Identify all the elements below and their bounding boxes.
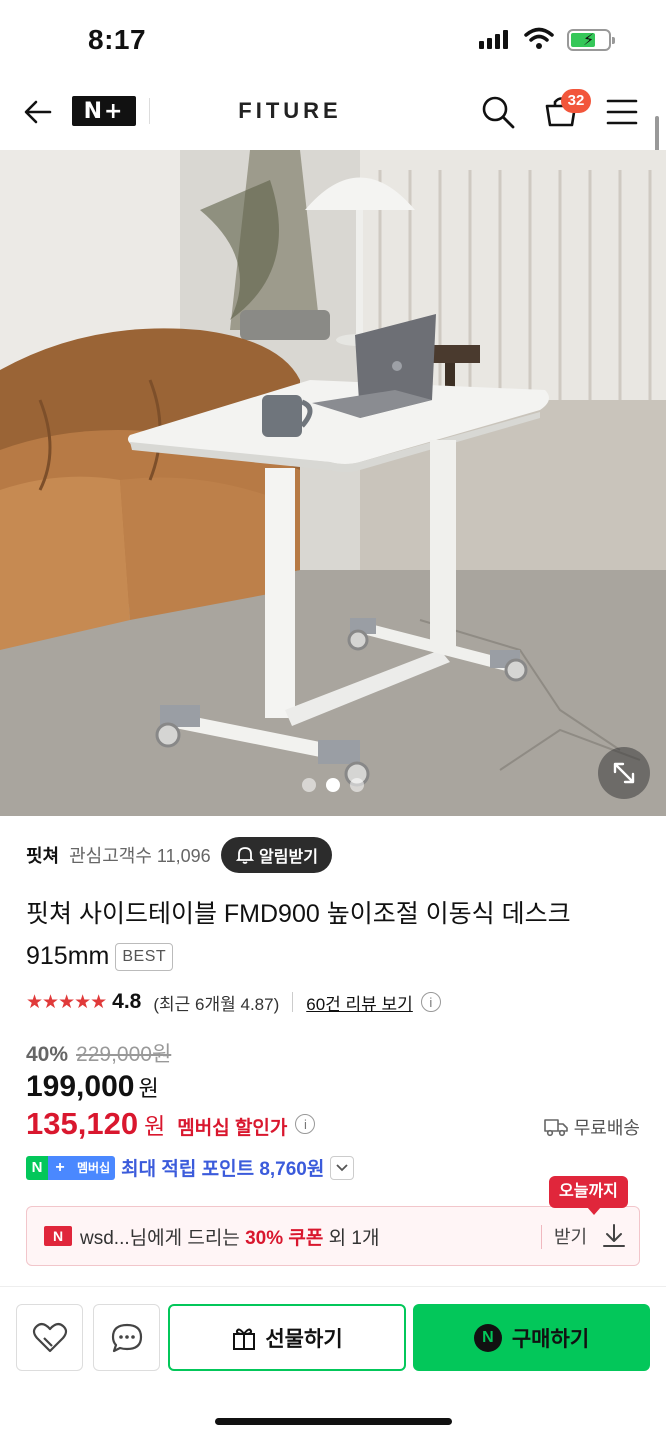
alarm-subscribe-button[interactable]: 알림받기: [221, 837, 332, 873]
naver-coupon-icon: N: [44, 1226, 72, 1246]
member-price: 135,120: [26, 1106, 139, 1141]
truck-icon: [543, 1119, 568, 1137]
naver-plus-membership-badge: N + 멤버십: [26, 1155, 116, 1180]
bottom-action-bar: 선물하기 N 구매하기: [0, 1286, 666, 1440]
sale-price-row: 199,000 원: [26, 1070, 159, 1104]
chat-bubble-icon: [111, 1323, 142, 1352]
wishlist-button[interactable]: [16, 1304, 83, 1371]
info-icon[interactable]: i: [420, 992, 441, 1012]
download-icon[interactable]: [601, 1222, 627, 1250]
chevron-down-icon[interactable]: [330, 1155, 355, 1180]
shipping-info: 무료배송: [543, 1114, 640, 1140]
info-icon[interactable]: i: [295, 1114, 316, 1134]
coupon-text: wsd...님에게 드리는 30% 쿠폰 외 1개: [80, 1223, 379, 1250]
coupon-banner[interactable]: N wsd...님에게 드리는 30% 쿠폰 외 1개 받기: [26, 1206, 640, 1266]
shipping-label: 무료배송: [573, 1118, 640, 1138]
points-row[interactable]: N + 멤버십 최대 적립 포인트 8,760원: [26, 1154, 355, 1181]
badge-n: N: [26, 1155, 48, 1180]
rating-score: 4.8: [112, 990, 142, 1013]
sale-price-currency: 원: [138, 1076, 159, 1101]
product-title-text: 핏쳐 사이드테이블 FMD900 높이조절 이동식 데스크 915mm: [26, 900, 571, 970]
naver-plus-logo[interactable]: N+: [72, 96, 136, 126]
reviews-link[interactable]: 60건 리뷰 보기: [306, 990, 413, 1015]
discount-rate: 40%: [26, 1043, 69, 1066]
badge-membership: 멤버십: [72, 1155, 116, 1180]
talk-inquiry-button[interactable]: [93, 1304, 160, 1371]
member-price-row: 135,120 원 멤버십 할인가 i 무료배송: [26, 1106, 640, 1142]
seller-fan-count: 관심고객수 11,096: [69, 846, 211, 866]
status-time: 8:17: [88, 24, 147, 55]
original-price: 229,000원: [76, 1043, 172, 1066]
coupon-divider: [541, 1225, 542, 1249]
discount-row: 40% 229,000원: [26, 1038, 171, 1068]
status-bar: 8:17 ⚡: [0, 0, 666, 78]
coupon-text-prefix: wsd...님에게 드리는: [80, 1227, 246, 1249]
pagination-dot[interactable]: [326, 778, 340, 792]
expand-icon: [613, 762, 635, 784]
rating-divider: [292, 992, 294, 1012]
nav-divider: [149, 98, 150, 124]
max-points-text: 최대 적립 포인트 8,760원: [121, 1159, 325, 1180]
product-title: 핏쳐 사이드테이블 FMD900 높이조절 이동식 데스크 915mm BEST: [26, 893, 636, 977]
heart-icon: [32, 1322, 67, 1352]
cellular-signal-icon: [479, 30, 508, 49]
alarm-subscribe-label: 알림받기: [259, 849, 318, 866]
gift-button[interactable]: 선물하기: [168, 1304, 406, 1371]
coupon-highlight: 30% 쿠폰: [245, 1227, 324, 1249]
search-icon[interactable]: [480, 94, 516, 130]
member-price-currency: 원: [144, 1113, 166, 1139]
coupon-get-label[interactable]: 받기: [554, 1223, 587, 1249]
top-navigation: N+ FITURE 32: [0, 78, 666, 150]
expand-image-button[interactable]: [598, 747, 650, 799]
rating-row: ★★★★★ 4.8 (최근 6개월 4.87) 60건 리뷰 보기 i: [26, 986, 441, 1018]
today-only-tooltip: 오늘까지: [549, 1176, 628, 1215]
cart-count-badge: 32: [561, 89, 591, 113]
seller-info: 핏쳐 관심고객수 11,096: [26, 836, 211, 874]
recent-rating: (최근 6개월 4.87): [153, 994, 280, 1014]
pagination-dot[interactable]: [302, 778, 316, 792]
buy-button[interactable]: N 구매하기: [413, 1304, 650, 1371]
wifi-icon: [524, 27, 554, 49]
battery-icon: ⚡: [567, 29, 615, 51]
gift-button-label: 선물하기: [265, 1327, 343, 1351]
badge-plus: +: [48, 1155, 72, 1180]
image-pagination[interactable]: [0, 778, 666, 792]
coupon-text-suffix: 외 1개: [323, 1227, 380, 1249]
gift-icon: [233, 1328, 256, 1350]
buy-button-label: 구매하기: [511, 1327, 590, 1351]
store-brand-logo[interactable]: FITURE: [200, 98, 380, 124]
star-rating-icon: ★★★★★: [26, 991, 107, 1013]
naver-pay-icon: N: [473, 1323, 502, 1352]
best-badge: BEST: [115, 943, 174, 971]
menu-icon[interactable]: [606, 98, 638, 126]
back-arrow-icon[interactable]: [22, 96, 54, 128]
member-price-label: 멤버십 할인가: [177, 1118, 288, 1139]
seller-name[interactable]: 핏쳐: [26, 842, 59, 868]
sale-price: 199,000: [26, 1070, 135, 1103]
pagination-dot[interactable]: [350, 778, 364, 792]
home-indicator[interactable]: [215, 1418, 452, 1425]
product-image[interactable]: [0, 150, 666, 816]
bell-plus-icon: [235, 847, 255, 864]
